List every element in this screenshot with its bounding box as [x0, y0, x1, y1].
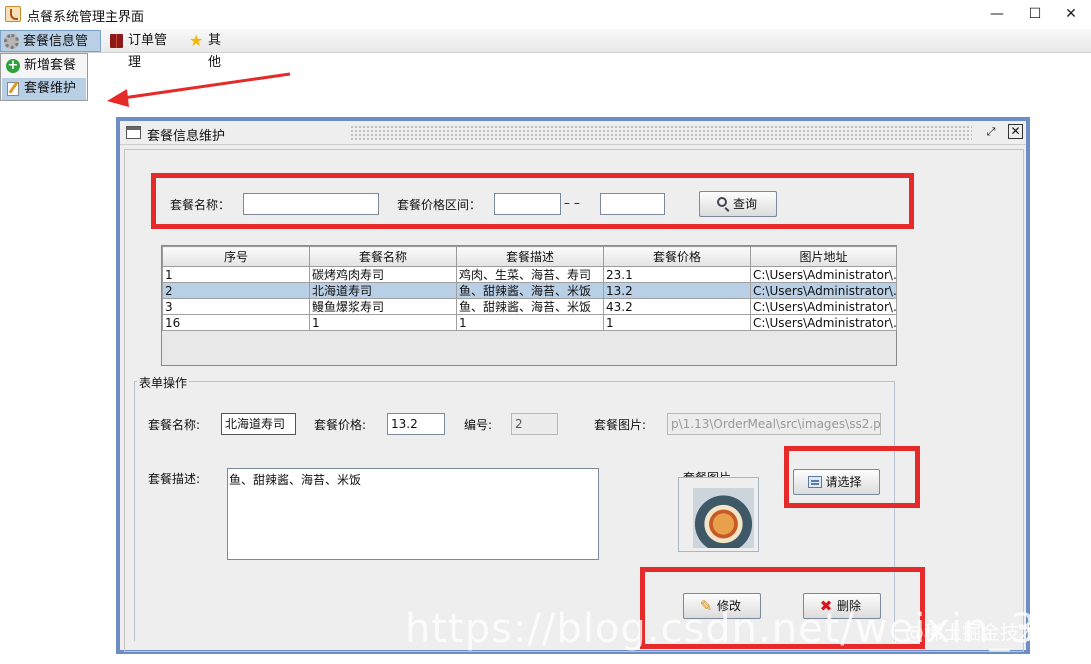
- column-header-desc[interactable]: 套餐描述: [456, 246, 604, 267]
- window-title: 点餐系统管理主界面: [27, 10, 145, 25]
- menu-other[interactable]: ★ 其他: [186, 30, 238, 71]
- form-image-label: 套餐图片:: [594, 418, 647, 432]
- table-cell: 16: [162, 314, 310, 331]
- menubar: 套餐信息管理 订单管理 ★ 其他: [0, 29, 1091, 71]
- frame-icon: [126, 126, 141, 139]
- maximize-button[interactable]: ☐: [1024, 4, 1046, 24]
- image-preview-panel: [678, 477, 759, 552]
- table-cell: 3: [162, 298, 310, 315]
- menu-orders[interactable]: 订单管理: [106, 30, 182, 70]
- edit-icon: [7, 82, 19, 96]
- annotation-arrow: [107, 72, 291, 107]
- form-desc-label: 套餐描述:: [148, 472, 201, 486]
- table-cell: 1: [456, 314, 604, 331]
- column-header-image-path[interactable]: 图片地址: [750, 246, 897, 267]
- table-cell: 鱼、甜辣酱、海苔、米饭: [456, 282, 604, 299]
- window-close-button[interactable]: ✕: [1060, 4, 1082, 24]
- menu-label: 其他: [208, 33, 222, 70]
- column-header-price[interactable]: 套餐价格: [603, 246, 751, 267]
- table-cell: 碳烤鸡肉寿司: [309, 266, 457, 283]
- form-price-input[interactable]: 13.2: [387, 413, 445, 435]
- close-icon[interactable]: ✕: [1008, 124, 1023, 139]
- table-cell: 1: [603, 314, 751, 331]
- table-cell: 鳗鱼爆浆寿司: [309, 298, 457, 315]
- sushi-image: [693, 488, 754, 548]
- menu-item-maintain-meal[interactable]: 套餐维护: [2, 78, 86, 100]
- java-app-icon: [5, 6, 21, 22]
- menu-meal-info[interactable]: 套餐信息管理: [0, 30, 101, 71]
- annotation-box-choose: [784, 446, 920, 508]
- menu-item-label: 新增套餐: [24, 58, 77, 73]
- minimize-button[interactable]: —: [986, 4, 1008, 24]
- table-cell: C:\Users\Administrator\...: [750, 266, 897, 283]
- window-titlebar: 点餐系统管理主界面 — ☐ ✕: [0, 0, 1091, 29]
- watermark-site: @稀土掘金技术社区: [905, 622, 1077, 644]
- table-cell: C:\Users\Administrator\...: [750, 298, 897, 315]
- table-cell: 43.2: [603, 298, 751, 315]
- table-cell: 北海道寿司: [309, 282, 457, 299]
- form-name-label: 套餐名称:: [148, 418, 201, 432]
- annotation-box-search: [151, 173, 914, 229]
- table-cell: 2: [162, 282, 310, 299]
- form-group-title: 表单操作: [137, 374, 190, 391]
- form-id-field: 2: [511, 413, 558, 435]
- menu-dropdown: + 新增套餐 套餐维护: [0, 53, 88, 101]
- menu-item-label: 套餐维护: [24, 81, 77, 96]
- book-icon: [110, 34, 123, 48]
- table-row[interactable]: 1 碳烤鸡肉寿司 鸡肉、生菜、海苔、寿司 23.1 C:\Users\Admin…: [162, 266, 897, 283]
- menu-label: 订单管理: [128, 33, 168, 70]
- titlebar-grip: [350, 125, 972, 140]
- frame-title: 套餐信息维护: [147, 129, 226, 144]
- table-cell: 鸡肉、生菜、海苔、寿司: [456, 266, 604, 283]
- menu-item-add-meal[interactable]: + 新增套餐: [2, 55, 86, 77]
- table-cell: 1: [309, 314, 457, 331]
- table-cell: 鱼、甜辣酱、海苔、米饭: [456, 298, 604, 315]
- plus-icon: +: [6, 58, 20, 73]
- table-cell: C:\Users\Administrator\...: [750, 282, 897, 299]
- form-price-label: 套餐价格:: [314, 418, 367, 432]
- form-image-path-field: p\1.13\OrderMeal\src\images\ss2.png: [667, 413, 881, 435]
- restore-icon[interactable]: ⤢: [983, 124, 999, 140]
- form-id-label: 编号:: [464, 418, 493, 432]
- form-desc-textarea[interactable]: 鱼、甜辣酱、海苔、米饭: [227, 468, 599, 560]
- form-name-input[interactable]: 北海道寿司: [221, 413, 296, 435]
- frame-titlebar[interactable]: 套餐信息维护 ⤢ ✕: [120, 121, 1026, 145]
- table-row-selected[interactable]: 2 北海道寿司 鱼、甜辣酱、海苔、米饭 13.2 C:\Users\Admini…: [162, 282, 897, 299]
- column-header-name[interactable]: 套餐名称: [309, 246, 457, 267]
- star-icon: ★: [189, 31, 204, 50]
- table-cell: 13.2: [603, 282, 751, 299]
- table-cell: C:\Users\Administrator\...: [750, 314, 897, 331]
- column-header-index[interactable]: 序号: [162, 246, 310, 267]
- gear-icon: [4, 34, 19, 49]
- meal-table: 序号 套餐名称 套餐描述 套餐价格 图片地址 1 碳烤鸡肉寿司 鸡肉、生菜、海苔…: [161, 245, 897, 366]
- table-cell: 1: [162, 266, 310, 283]
- table-cell: 23.1: [603, 266, 751, 283]
- table-row[interactable]: 16 1 1 1 C:\Users\Administrator\...: [162, 314, 897, 331]
- table-row[interactable]: 3 鳗鱼爆浆寿司 鱼、甜辣酱、海苔、米饭 43.2 C:\Users\Admin…: [162, 298, 897, 315]
